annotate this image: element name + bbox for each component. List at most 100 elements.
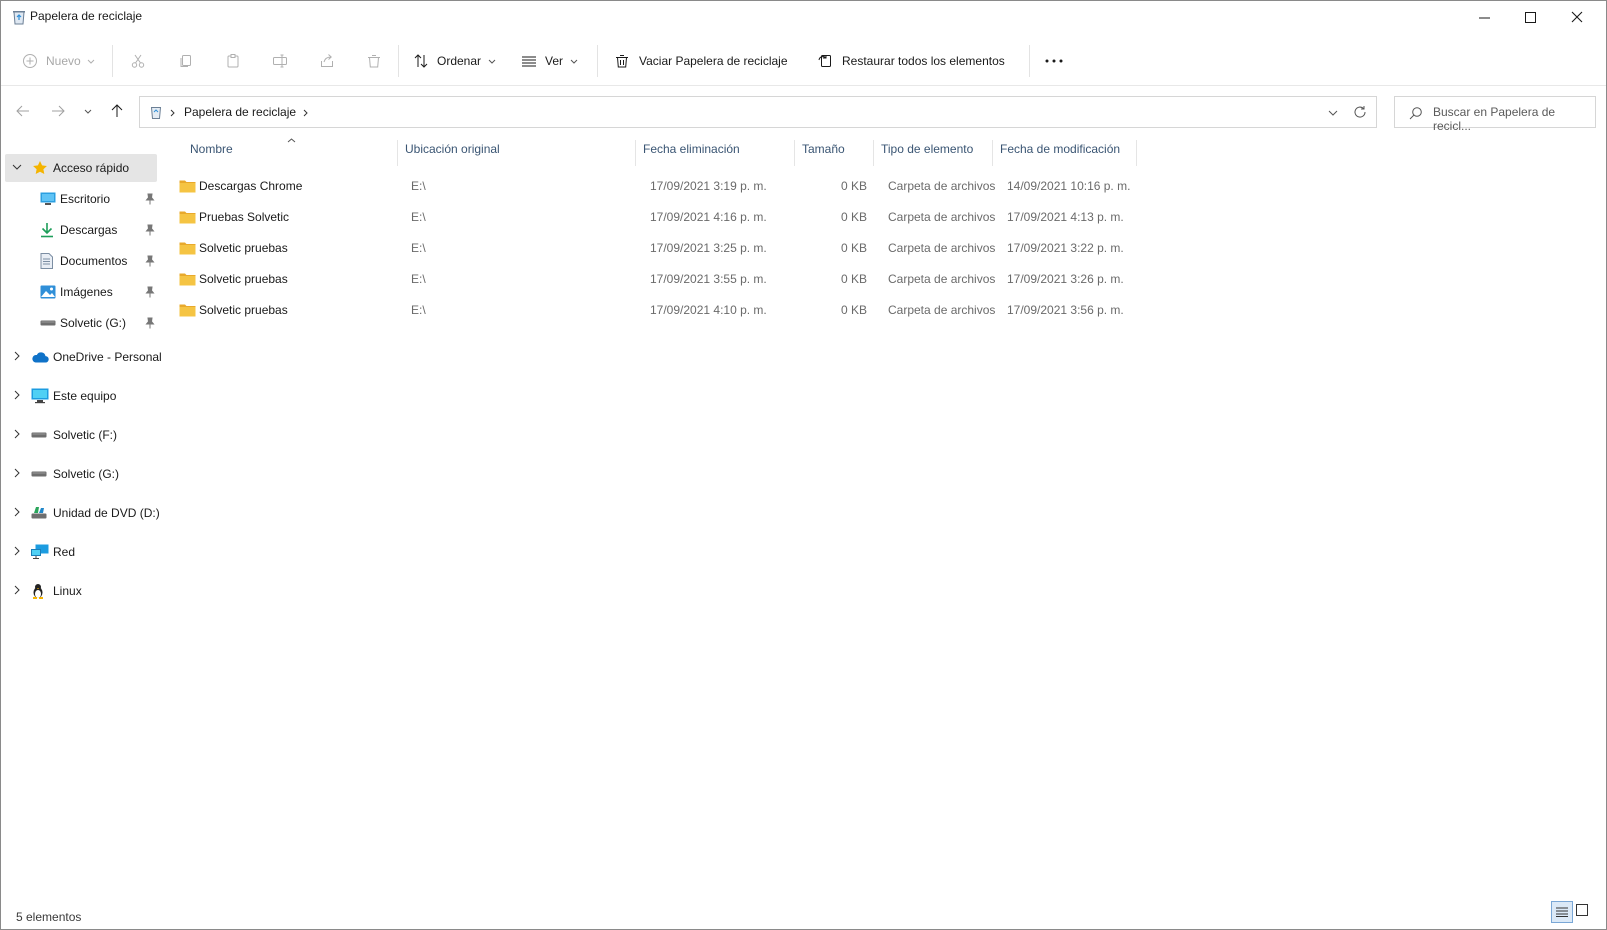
share-icon [321,54,333,67]
chevron-down-icon[interactable] [1328,110,1338,116]
file-name[interactable]: Pruebas Solvetic [199,210,289,224]
delete-button[interactable] [366,39,382,83]
pin-icon[interactable] [145,193,155,205]
file-deleted-date: 17/09/2021 4:10 p. m. [650,303,767,317]
pin-icon[interactable] [145,255,155,267]
sidebar-item-unidad-de-dvd-d[interactable]: Unidad de DVD (D:) [5,499,160,527]
new-button[interactable]: Nuevo [22,39,95,83]
sidebar-item-label: Documentos [60,254,128,268]
file-name[interactable]: Descargas Chrome [199,179,302,193]
sidebar-item-im-genes[interactable]: Imágenes [5,278,157,306]
sidebar-item-onedrive-personal[interactable]: OneDrive - Personal [5,343,162,371]
sidebar-item-documentos[interactable]: Documentos [5,247,157,275]
column-divider[interactable] [635,140,636,166]
file-deleted-date: 17/09/2021 4:16 p. m. [650,210,767,224]
details-view-button[interactable] [1551,901,1573,923]
search-input[interactable]: Buscar en Papelera de recicl... [1394,96,1596,133]
minimize-icon [1478,17,1490,18]
table-row[interactable]: Solvetic pruebas E:\ 17/09/2021 3:55 p. m.… [177,264,1137,294]
column-divider[interactable] [992,140,993,166]
file-deleted-date: 17/09/2021 3:25 p. m. [650,241,767,255]
sidebar-item-solvetic-g[interactable]: Solvetic (G:) [5,460,157,488]
paste-button[interactable] [225,39,241,83]
view-button[interactable]: Ver [521,39,578,83]
share-button[interactable] [319,39,335,83]
tiles-view-button[interactable] [1576,904,1590,918]
folder-icon [179,180,196,193]
arrow-left-icon [16,105,29,117]
chevron-right-icon[interactable] [12,390,22,400]
sidebar-item-red[interactable]: Red [5,538,157,566]
breadcrumb[interactable]: Papelera de reciclaje [184,105,296,119]
column-header-modified[interactable]: Fecha de modificación [1000,142,1120,164]
file-size: 0 KB [840,179,867,193]
chevron-down-icon[interactable] [12,162,22,172]
file-size: 0 KB [840,241,867,255]
back-button[interactable] [11,99,35,123]
pin-icon[interactable] [145,286,155,298]
file-type: Carpeta de archivos [888,179,996,193]
sort-button[interactable]: Ordenar [413,39,496,83]
new-label: Nuevo [46,54,81,68]
up-button[interactable] [105,99,129,123]
address-bar[interactable]: Papelera de reciclaje [139,96,1377,128]
sidebar-item-descargas[interactable]: Descargas [5,216,157,244]
close-button[interactable] [1554,1,1600,33]
column-header-location[interactable]: Ubicación original [405,142,500,164]
chevron-right-icon[interactable] [12,585,22,595]
column-header-type[interactable]: Tipo de elemento [881,142,973,164]
rename-button[interactable] [272,39,288,83]
sidebar-item-quick-access[interactable]: Acceso rápido [5,154,157,182]
file-name[interactable]: Solvetic pruebas [199,303,288,317]
chevron-right-icon[interactable] [12,351,22,361]
empty-recycle-bin-label: Vaciar Papelera de reciclaje [639,54,788,68]
maximize-button[interactable] [1507,1,1553,33]
column-divider[interactable] [794,140,795,166]
plus-circle-icon [23,54,37,68]
sidebar-item-linux[interactable]: Linux [5,577,157,605]
tiles-view-icon [1576,904,1588,916]
copy-button[interactable] [178,39,194,83]
empty-recycle-bin-button[interactable]: Vaciar Papelera de reciclaje [614,39,788,83]
file-deleted-date: 17/09/2021 3:55 p. m. [650,272,767,286]
divider [597,45,598,77]
chevron-right-icon[interactable] [12,507,22,517]
table-row[interactable]: Descargas Chrome E:\ 17/09/2021 3:19 p. m.… [177,171,1137,201]
sidebar-item-label: Linux [53,584,82,598]
table-row[interactable]: Solvetic pruebas E:\ 17/09/2021 4:10 p. m.… [177,295,1137,325]
column-divider[interactable] [1136,140,1137,166]
column-divider[interactable] [873,140,874,166]
column-header-size[interactable]: Tamaño [802,142,845,164]
restore-all-button[interactable]: Restaurar todos los elementos [817,39,1005,83]
forward-button[interactable] [46,99,70,123]
chevron-right-icon[interactable] [12,468,22,478]
chevron-right-icon[interactable] [12,546,22,556]
clipboard-icon [227,54,239,68]
sidebar-item-escritorio[interactable]: Escritorio [5,185,157,213]
recent-locations-button[interactable] [76,99,100,123]
cut-button[interactable] [130,39,146,83]
restore-all-label: Restaurar todos los elementos [842,54,1005,68]
chevron-right-icon[interactable] [303,109,308,117]
table-row[interactable]: Pruebas Solvetic E:\ 17/09/2021 4:16 p. m.… [177,202,1137,232]
sidebar-item-solvetic-g[interactable]: Solvetic (G:) [5,309,157,337]
column-header-name[interactable]: Nombre [190,142,233,164]
recycle-bin-icon [13,11,25,25]
pin-icon[interactable] [145,317,155,329]
file-name[interactable]: Solvetic pruebas [199,272,288,286]
column-header-deleted[interactable]: Fecha eliminación [643,142,740,164]
file-name[interactable]: Solvetic pruebas [199,241,288,255]
document-icon [40,253,53,269]
refresh-icon[interactable] [1353,105,1367,119]
table-row[interactable]: Solvetic pruebas E:\ 17/09/2021 3:25 p. m.… [177,233,1137,263]
minimize-button[interactable] [1461,1,1507,33]
pin-icon[interactable] [145,224,155,236]
command-bar: Nuevo Ordenar Ver Vaciar Papelera de rec… [1,39,1606,83]
chevron-right-icon[interactable] [12,429,22,439]
more-options-button[interactable] [1045,39,1063,83]
trash-icon [368,55,380,68]
folder-icon [179,211,196,224]
column-divider[interactable] [397,140,398,166]
sidebar-item-este-equipo[interactable]: Este equipo [5,382,157,410]
sidebar-item-solvetic-f[interactable]: Solvetic (F:) [5,421,157,449]
